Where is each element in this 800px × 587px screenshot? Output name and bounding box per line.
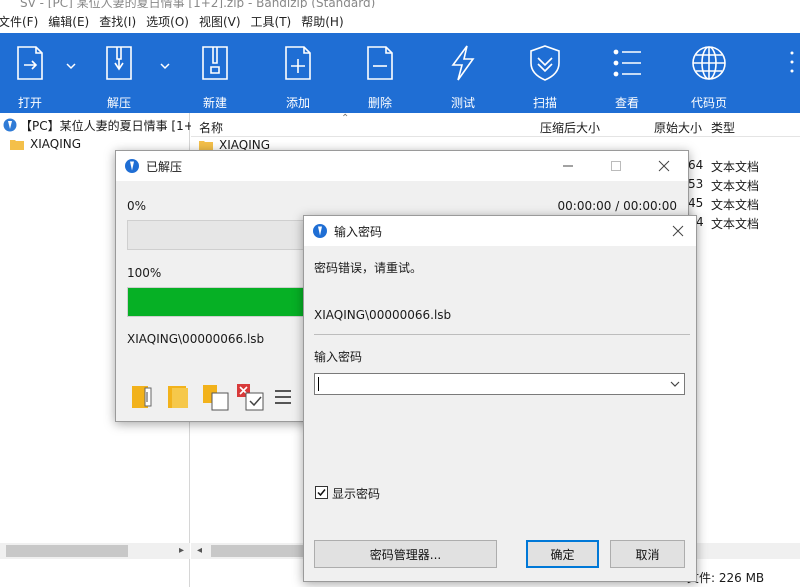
column-size[interactable]: 原始大小	[654, 119, 702, 136]
close-button[interactable]	[644, 151, 684, 181]
encrypted-file-path: XIAQING\00000066.lsb	[314, 308, 452, 322]
menu-options[interactable]: 选项(O)	[141, 13, 194, 30]
password-input-label: 输入密码	[314, 350, 363, 364]
new-archive-icon	[202, 46, 228, 80]
open-button[interactable]: 打开	[0, 43, 60, 111]
globe-icon	[692, 46, 726, 80]
error-message: 密码错误，请重试。	[314, 261, 423, 275]
close-icon	[658, 160, 670, 172]
maximize-icon	[611, 161, 621, 171]
password-dialog-title: 输入密码	[334, 224, 383, 239]
window-title-bar: SV - [PC] 某位人妻的夏日情事 [1+2].zip - Bandizip…	[0, 0, 800, 8]
toolbar: 打开 解压 新建 添加 删除 测试 扫描 查看 代码页	[0, 33, 800, 113]
scan-button[interactable]: 扫描	[515, 43, 575, 111]
ok-button[interactable]: 确定	[526, 540, 599, 568]
lightning-icon	[451, 45, 475, 81]
test-button[interactable]: 测试	[433, 43, 493, 111]
shield-icon	[530, 45, 560, 81]
menu-find[interactable]: 查找(I)	[94, 13, 141, 30]
scroll-left-icon[interactable]: ◂	[197, 545, 202, 556]
sort-up-icon: ⌃	[341, 113, 350, 124]
menu-icon[interactable]	[273, 387, 293, 407]
show-password-checkbox[interactable]	[315, 486, 328, 499]
tree-root-item[interactable]: 【PC】某位人妻的夏日情事 [1+2	[2, 115, 201, 135]
row-type: 文本文档	[711, 198, 760, 212]
row-type: 文本文档	[711, 160, 760, 174]
extract-dialog-titlebar: 已解压	[116, 151, 688, 181]
password-close-button[interactable]	[658, 216, 698, 246]
codepage-button[interactable]: 代码页	[679, 43, 739, 111]
delete-archive-icon[interactable]	[236, 382, 266, 412]
column-type[interactable]: 类型	[711, 119, 735, 136]
checkmark-icon	[317, 489, 326, 497]
copy-to-folder-icon[interactable]	[201, 382, 231, 412]
show-password-label[interactable]: 显示密码	[332, 485, 380, 502]
elapsed-time: 00:00:00 / 00:00:00	[557, 199, 677, 213]
open-folder-icon[interactable]	[129, 382, 157, 410]
column-packed-size[interactable]: 压缩后大小	[540, 119, 600, 136]
delete-file-icon	[367, 46, 393, 80]
menu-edit[interactable]: 编辑(E)	[43, 13, 94, 30]
scrollbar-thumb[interactable]	[211, 545, 306, 557]
extract-dropdown-icon[interactable]	[160, 61, 170, 71]
tree-horizontal-scrollbar[interactable]: ▸	[0, 543, 190, 559]
file-progress-label: 0%	[127, 199, 147, 213]
minimize-button[interactable]	[548, 151, 588, 181]
delete-button[interactable]: 删除	[350, 43, 410, 111]
add-file-icon	[285, 46, 311, 80]
password-dialog-titlebar: 输入密码	[304, 216, 696, 246]
menu-bar: 文件(F) 编辑(E) 查找(I) 选项(O) 视图(V) 工具(T) 帮助(H…	[0, 9, 800, 33]
extract-button[interactable]: 解压	[89, 43, 149, 111]
column-name[interactable]: 名称	[199, 119, 223, 136]
row-type: 文本文档	[711, 179, 760, 193]
folder-icon[interactable]	[165, 382, 193, 410]
bandizip-logo-icon	[313, 224, 327, 238]
menu-file[interactable]: 文件(F)	[0, 13, 43, 30]
chevron-down-icon[interactable]	[670, 379, 680, 389]
scrollbar-thumb[interactable]	[6, 545, 128, 557]
current-file: XIAQING\00000066.lsb	[127, 332, 265, 346]
minimize-icon	[563, 165, 573, 167]
row-size: 45	[688, 196, 704, 210]
password-input[interactable]	[314, 373, 685, 395]
maximize-button[interactable]	[596, 151, 636, 181]
extract-zip-icon	[106, 46, 132, 80]
status-text: 文件: 226 MB	[687, 571, 765, 585]
window-title: SV - [PC] 某位人妻的夏日情事 [1+2].zip - Bandizip…	[20, 0, 376, 8]
password-field[interactable]	[317, 375, 657, 393]
menu-tools[interactable]: 工具(T)	[246, 13, 297, 30]
row-size: 64	[688, 158, 704, 172]
text-cursor	[318, 377, 319, 391]
separator	[314, 334, 690, 335]
view-button[interactable]: 查看	[597, 43, 657, 111]
folder-icon	[10, 140, 24, 150]
cancel-button[interactable]: 取消	[610, 540, 685, 568]
file-list-header: 名称 ⌃ 压缩后大小 原始大小 类型	[191, 113, 800, 137]
tree-item-xiaqing[interactable]: XIAQING	[10, 134, 81, 154]
row-size: 53	[688, 177, 704, 191]
close-icon	[672, 225, 684, 237]
archive-icon	[3, 118, 17, 132]
menu-help[interactable]: 帮助(H)	[296, 13, 348, 30]
password-dialog: 输入密码 密码错误，请重试。 XIAQING\00000066.lsb 输入密码…	[303, 215, 697, 582]
open-file-icon	[17, 46, 43, 80]
scroll-right-icon[interactable]: ▸	[179, 545, 184, 556]
open-dropdown-icon[interactable]	[66, 61, 76, 71]
add-button[interactable]: 添加	[268, 43, 328, 111]
bandizip-logo-icon	[125, 159, 139, 173]
total-progress-label: 100%	[127, 266, 162, 280]
toolbar-overflow-icon[interactable]	[788, 47, 796, 77]
menu-view[interactable]: 视图(V)	[194, 13, 246, 30]
row-type: 文本文档	[711, 217, 760, 231]
list-view-icon	[613, 49, 641, 77]
password-manager-button[interactable]: 密码管理器...	[314, 540, 497, 568]
extract-dialog-title: 已解压	[146, 159, 183, 174]
new-button[interactable]: 新建	[185, 43, 245, 111]
